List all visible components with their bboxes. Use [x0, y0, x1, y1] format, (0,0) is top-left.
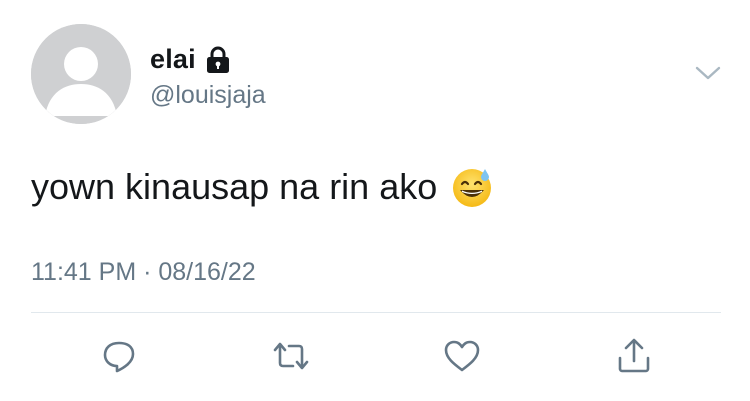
tweet-body: yown kinausap na rin ako — [31, 166, 438, 207]
reply-button[interactable] — [97, 334, 141, 378]
retweet-button[interactable] — [269, 334, 313, 378]
comment-icon — [103, 341, 135, 373]
divider — [31, 312, 721, 313]
retweet-icon — [273, 342, 309, 370]
lock-icon — [204, 45, 232, 75]
default-avatar-icon — [31, 24, 131, 124]
grinning-face-with-sweat-icon — [451, 166, 493, 208]
chevron-down-icon[interactable] — [694, 63, 722, 83]
tweet-text: yown kinausap na rin ako — [31, 166, 493, 208]
tweet-card: elai @louisjaja yown kinausap na rin ako — [0, 0, 750, 401]
share-button[interactable] — [612, 334, 656, 378]
name-row: elai — [150, 44, 232, 75]
tweet-timestamp[interactable]: 11:41 PM · 08/16/22 — [31, 258, 256, 287]
avatar[interactable] — [31, 24, 131, 124]
user-handle[interactable]: @louisjaja — [150, 81, 266, 110]
display-name[interactable]: elai — [150, 44, 196, 75]
action-bar — [0, 334, 750, 378]
heart-icon — [444, 340, 480, 372]
like-button[interactable] — [440, 334, 484, 378]
share-icon — [618, 338, 650, 373]
